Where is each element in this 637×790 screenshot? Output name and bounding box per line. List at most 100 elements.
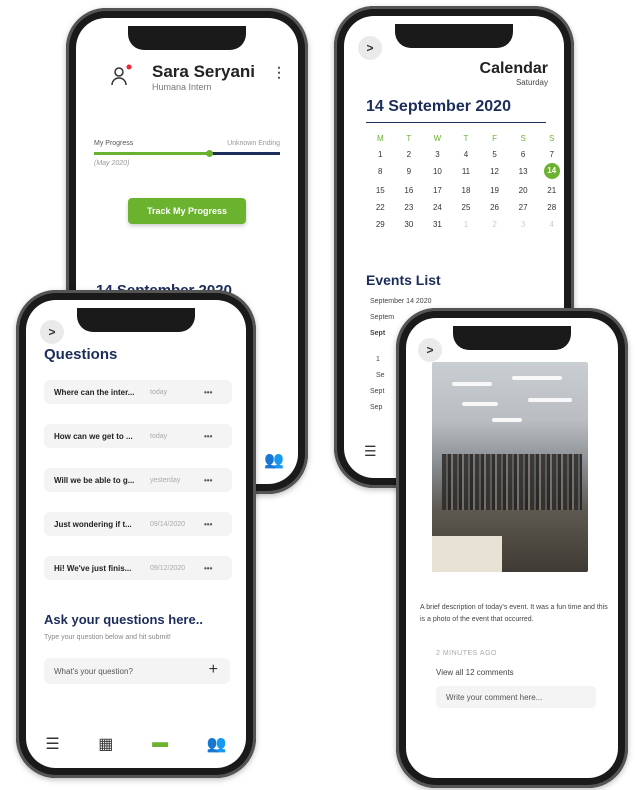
event-item[interactable]: Sept <box>370 330 385 337</box>
calendar-day[interactable]: 23 <box>395 202 424 213</box>
calendar-day[interactable]: 15 <box>366 185 395 196</box>
question-item[interactable]: Just wondering if t... 09/14/2020 ••• <box>44 512 232 536</box>
calendar-day[interactable]: 11 <box>452 166 481 177</box>
calendar-day[interactable]: 9 <box>395 166 424 177</box>
progress-end-label: Unknown Ending <box>227 140 280 147</box>
question-item[interactable]: How can we get to ... today ••• <box>44 424 232 448</box>
progress-start-date: (May 2020) <box>94 160 130 167</box>
progress-bar <box>94 150 280 157</box>
phone-event-detail: > A brief description of today's event. … <box>396 308 628 788</box>
question-text: Where can the inter... <box>54 387 135 397</box>
calendar-icon[interactable]: ▦ <box>98 734 113 754</box>
question-time: 09/14/2020 <box>150 520 186 528</box>
event-item[interactable]: 1 <box>376 356 380 363</box>
calendar-day[interactable]: 1 <box>452 219 481 230</box>
chat-icon[interactable]: ▬ <box>152 734 168 754</box>
profile-name: Sara Seryani <box>152 62 256 81</box>
question-text: Hi! We've just finis... <box>54 563 132 573</box>
calendar-day[interactable]: 10 <box>423 166 452 177</box>
weekday-header: W <box>433 134 442 143</box>
people-icon[interactable]: 👥 <box>207 734 227 754</box>
calendar-grid: M T W T F S S 1 2 3 4 5 6 7 8 9 10 11 12 13 14 15 16 17 18 19 20 21… <box>366 134 564 230</box>
calendar-day[interactable]: 12 <box>480 166 509 177</box>
calendar-day[interactable]: 4 <box>452 149 481 160</box>
back-button[interactable]: > <box>40 320 64 344</box>
weekday-header: M <box>376 134 384 143</box>
calendar-day[interactable]: 17 <box>423 185 452 196</box>
phone-notch <box>453 326 571 350</box>
question-text: How can we get to ... <box>54 431 133 441</box>
calendar-day[interactable]: 20 <box>509 185 538 196</box>
calendar-day[interactable]: 4 <box>537 219 564 230</box>
calendar-day-selected[interactable]: 14 <box>543 163 560 179</box>
calendar-day[interactable]: 3 <box>423 149 452 160</box>
question-input[interactable]: What's your question? + <box>44 658 230 684</box>
calendar-day[interactable]: 13 <box>509 166 538 177</box>
question-text: Will we be able to g... <box>54 475 135 485</box>
divider <box>366 122 546 123</box>
calendar-day[interactable]: 6 <box>509 149 538 160</box>
event-item[interactable]: Septem <box>370 314 394 321</box>
event-item[interactable]: Se <box>376 372 385 379</box>
calendar-day[interactable]: 29 <box>366 219 395 230</box>
ask-title: Ask your questions here.. <box>44 612 203 627</box>
event-item[interactable]: September 14 2020 <box>370 298 432 305</box>
event-item[interactable]: Sep <box>370 404 382 411</box>
more-icon[interactable]: ⋮ <box>272 64 286 81</box>
progress-marker <box>206 150 214 157</box>
progress-fill <box>94 152 210 155</box>
questions-screen: > Questions Where can the inter... today… <box>26 300 246 768</box>
calendar-date: 14 September 2020 <box>366 98 511 115</box>
question-item[interactable]: Will we be able to g... yesterday ••• <box>44 468 232 492</box>
calendar-day[interactable]: 24 <box>423 202 452 213</box>
calendar-weekday: Saturday <box>515 78 548 87</box>
avatar-icon[interactable] <box>110 64 134 88</box>
back-button[interactable]: > <box>418 338 442 362</box>
comment-input[interactable]: Write your comment here... <box>436 686 596 708</box>
calendar-day[interactable]: 19 <box>480 185 509 196</box>
add-icon[interactable]: + <box>209 661 218 679</box>
event-detail-screen: > A brief description of today's event. … <box>406 318 618 778</box>
more-icon[interactable]: ••• <box>204 388 212 397</box>
calendar-day[interactable]: 22 <box>366 202 395 213</box>
calendar-day[interactable]: 7 <box>537 149 564 160</box>
calendar-day[interactable]: 26 <box>480 202 509 213</box>
calendar-day[interactable]: 2 <box>480 219 509 230</box>
phone-notch <box>77 308 195 332</box>
more-icon[interactable]: ••• <box>204 476 212 485</box>
calendar-day[interactable]: 5 <box>480 149 509 160</box>
phone-notch <box>128 26 246 50</box>
weekday-header: T <box>406 134 412 143</box>
calendar-day[interactable]: 2 <box>395 149 424 160</box>
calendar-day[interactable]: 30 <box>395 219 424 230</box>
more-icon[interactable]: ••• <box>204 520 212 529</box>
people-icon[interactable]: 👥 <box>264 450 284 470</box>
question-input-placeholder: What's your question? <box>54 666 133 676</box>
calendar-day[interactable]: 1 <box>366 149 395 160</box>
calendar-day[interactable]: 31 <box>423 219 452 230</box>
question-time: 09/12/2020 <box>150 564 186 572</box>
calendar-day[interactable]: 8 <box>366 166 395 177</box>
question-text: Just wondering if t... <box>54 519 132 529</box>
back-button[interactable]: > <box>358 36 382 60</box>
question-item[interactable]: Hi! We've just finis... 09/12/2020 ••• <box>44 556 232 580</box>
more-icon[interactable]: ••• <box>204 564 212 573</box>
checklist-icon[interactable]: ☰ <box>45 734 59 754</box>
calendar-day[interactable]: 3 <box>509 219 538 230</box>
weekday-header: S <box>520 134 526 143</box>
calendar-day[interactable]: 25 <box>452 202 481 213</box>
view-comments-link[interactable]: View all 12 comments <box>436 668 514 677</box>
more-icon[interactable]: ••• <box>204 432 212 441</box>
calendar-day[interactable]: 27 <box>509 202 538 213</box>
comment-timestamp: 2 MINUTES AGO <box>436 650 497 657</box>
calendar-day[interactable]: 18 <box>452 185 481 196</box>
event-item[interactable]: Sept <box>370 388 384 395</box>
track-progress-button[interactable]: Track My Progress <box>128 198 246 224</box>
progress-label: My Progress <box>94 140 134 147</box>
calendar-day[interactable]: 16 <box>395 185 424 196</box>
event-description: A brief description of today's event. It… <box>420 604 608 623</box>
calendar-day[interactable]: 21 <box>537 185 564 196</box>
question-item[interactable]: Where can the inter... today ••• <box>44 380 232 404</box>
checklist-icon[interactable]: ☰ <box>364 443 377 460</box>
calendar-day[interactable]: 28 <box>537 202 564 213</box>
